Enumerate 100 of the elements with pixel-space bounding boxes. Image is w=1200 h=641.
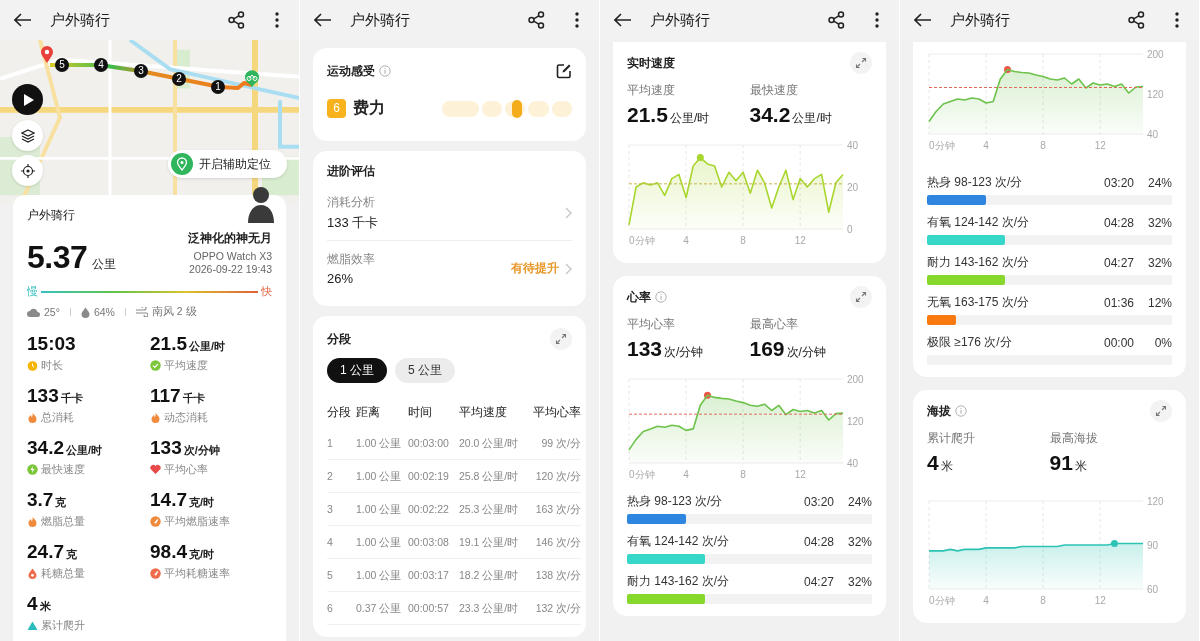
- status-text: 有待提升: [511, 260, 559, 277]
- effort-score: 6: [327, 99, 346, 118]
- back-icon[interactable]: [314, 13, 332, 27]
- card-title: 心率: [627, 288, 651, 306]
- edit-icon[interactable]: [556, 63, 572, 79]
- metric-value: 21.5公里/时: [627, 103, 711, 127]
- split-tab[interactable]: 5 公里: [395, 358, 456, 383]
- zone-time: 03:20: [1103, 175, 1134, 190]
- column-header: 平均速度: [459, 405, 508, 420]
- humidity-icon: [80, 306, 90, 318]
- zone-time: 01:36: [1103, 295, 1134, 310]
- table-cell: 00:03:08: [408, 526, 459, 559]
- metric-label: 最高海拔: [1049, 430, 1099, 447]
- stat-label: 时长: [41, 358, 63, 373]
- card-title: 分段: [327, 330, 351, 348]
- distance-value: 5.37 公里: [27, 239, 117, 276]
- more-icon[interactable]: [875, 12, 879, 28]
- user-name: 泛神化的神无月: [188, 230, 272, 247]
- more-icon[interactable]: [275, 12, 279, 28]
- more-icon[interactable]: [1175, 12, 1179, 28]
- table-cell: 18.2 公里/时: [459, 559, 533, 592]
- table-cell: 4: [327, 526, 356, 559]
- zone-time: 04:28: [1103, 215, 1134, 230]
- metric-label: 最快速度: [749, 82, 799, 99]
- share-icon[interactable]: [228, 11, 245, 29]
- table-cell: 138 次/分: [533, 559, 581, 592]
- zone-time: 03:20: [803, 494, 834, 509]
- effort-label: 费力: [353, 98, 385, 118]
- back-icon[interactable]: [14, 13, 32, 27]
- metric-label: 累计爬升: [927, 430, 976, 447]
- table-cell: 146 次/分: [533, 526, 581, 559]
- table-cell: 2: [327, 460, 356, 493]
- max-point: [703, 391, 711, 399]
- axis-label: 0分钟: [929, 140, 955, 151]
- metric-value: 4米: [927, 451, 954, 475]
- axis-label: 8: [740, 469, 746, 480]
- zone-label: 热身 98-123 次/分: [927, 174, 1023, 191]
- stat-value: 3.7克: [27, 489, 68, 511]
- table-cell: 00:02:22: [408, 493, 459, 526]
- effort-handle[interactable]: [512, 99, 523, 118]
- bike-marker-icon: [244, 70, 260, 88]
- stat-value: 14.7克/时: [150, 489, 216, 511]
- max-point: [1003, 66, 1011, 73]
- axis-label: 4: [683, 235, 689, 246]
- table-cell: 1.00 公里: [356, 460, 408, 493]
- axis-label: 8: [1040, 140, 1046, 151]
- table-cell: 00:03:17: [408, 559, 459, 592]
- stat-value: 133 千卡: [27, 385, 84, 407]
- expand-icon[interactable]: [850, 286, 872, 308]
- zone-percent: 0%: [1153, 335, 1172, 350]
- metric-label: 平均速度: [627, 82, 676, 99]
- zone-time: 00:00: [1103, 335, 1134, 350]
- stat-value: 4米: [27, 593, 52, 615]
- zone-label: 无氧 163-175 次/分: [927, 294, 1030, 311]
- split-tab[interactable]: 1 公里: [327, 358, 387, 383]
- share-icon[interactable]: [528, 11, 545, 29]
- card-title: 运动感受: [327, 62, 375, 80]
- metric-value: 34.2公里/时: [749, 103, 833, 127]
- table-cell: 00:00:57: [408, 592, 459, 625]
- metric-value: 169 次/分钟: [749, 337, 827, 361]
- zone-percent: 32%: [846, 574, 872, 589]
- metric-label: 消耗分析: [327, 194, 376, 211]
- assist-location-button[interactable]: 开启辅助定位: [168, 150, 287, 178]
- back-icon[interactable]: [614, 13, 632, 27]
- table-cell: 3: [327, 493, 356, 526]
- location-icon: [171, 153, 193, 175]
- axis-label: 200: [847, 374, 864, 385]
- stat-value: 34.2公里/时: [27, 437, 104, 459]
- location-pin-icon: [40, 46, 54, 64]
- zone-percent: 32%: [846, 534, 872, 549]
- scale-segment: [528, 100, 549, 117]
- axis-label: 40: [1147, 129, 1159, 140]
- zone-label: 热身 98-123 次/分: [627, 493, 723, 510]
- share-icon[interactable]: [1128, 11, 1145, 29]
- zone-label: 有氧 124-142 次/分: [927, 214, 1030, 231]
- zone-label: 极限 ≥176 次/分: [927, 334, 1012, 351]
- max-point: [1110, 540, 1118, 548]
- metric-label: 最高心率: [749, 316, 799, 333]
- expand-icon[interactable]: [550, 328, 572, 350]
- table-cell: 23.3 公里/时: [459, 592, 533, 625]
- axis-label: 0: [847, 224, 853, 235]
- scale-segment: [481, 100, 502, 117]
- expand-icon[interactable]: [1150, 400, 1172, 422]
- more-icon[interactable]: [575, 12, 579, 28]
- share-icon[interactable]: [828, 11, 845, 29]
- axis-label: 40: [847, 458, 859, 469]
- wind-icon: [135, 307, 148, 317]
- column-header: 平均心率: [533, 405, 581, 420]
- back-icon[interactable]: [914, 13, 932, 27]
- stat-label: 平均燃脂速率: [164, 514, 230, 529]
- table-cell: 1.00 公里: [356, 559, 408, 592]
- zone-percent: 32%: [1146, 215, 1172, 230]
- axis-label: 4: [983, 595, 989, 606]
- axis-label: 60: [1147, 584, 1159, 595]
- table-cell: 163 次/分: [533, 493, 581, 526]
- zone-time: 04:27: [803, 574, 834, 589]
- cloud-icon: [27, 307, 40, 317]
- expand-icon[interactable]: [850, 52, 872, 74]
- column-header: 时间: [408, 405, 433, 420]
- axis-label: 12: [794, 235, 806, 246]
